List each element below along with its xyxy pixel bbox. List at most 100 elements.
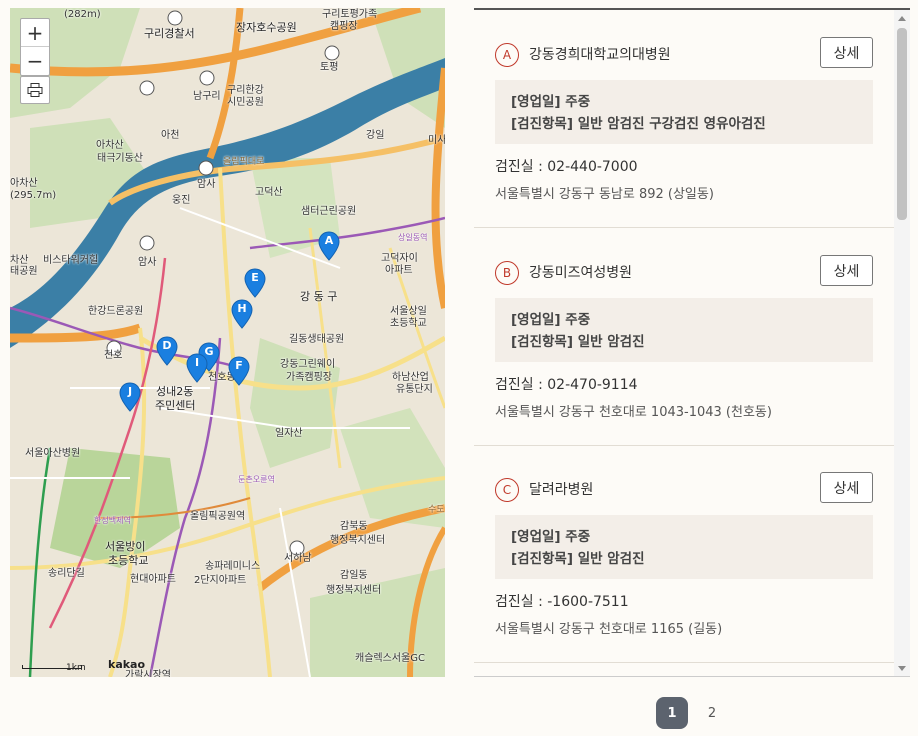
map-place-label: 일자산 [275, 428, 303, 439]
map-place-label: 올림픽공원역 [190, 511, 246, 522]
detail-button[interactable]: 상세 [820, 37, 873, 68]
map-place-label: 캐슬렉스서울GC [355, 653, 425, 664]
map-place-label: 성내2동 [156, 385, 194, 398]
print-button[interactable] [20, 76, 50, 104]
map-place-label: 현대아파트 [130, 574, 176, 585]
map-place-label: 샘터근린공원 [301, 206, 357, 217]
map-pin-letter: D [162, 339, 172, 352]
map-place-label: 웅진 [172, 195, 191, 206]
checkup-items: [검진항목] 일반 암검진 [511, 334, 645, 350]
scale-label: 1km [66, 663, 86, 673]
map-place-label: 토평 [320, 62, 339, 73]
scroll-down-icon[interactable] [898, 666, 906, 671]
map-place-label: 상일동역 [398, 233, 428, 242]
list-scrollbar[interactable] [894, 10, 910, 676]
map-place-label: 구리토평가족 [322, 9, 378, 20]
map-place-label: 한강드론공원 [88, 306, 144, 317]
hospital-list[interactable]: A 강동경희대학교의대병원 상세 [영업일] 주중 [검진항목] 일반 암검진 구강검진… [474, 10, 894, 676]
map-pin-i[interactable]: I [186, 353, 208, 383]
hospital-name[interactable]: 달려라병원 [529, 479, 593, 499]
map-place-label: 강 동 구 [300, 290, 338, 303]
hospital-name[interactable]: 강동경희대학교의대병원 [529, 44, 671, 64]
map-place-label: 감북동 [340, 521, 368, 532]
marker-letter-badge: B [495, 261, 519, 285]
business-days: [영업일] 주중 [511, 94, 591, 110]
zoom-in-button[interactable]: + [21, 19, 49, 47]
map-place-label: 강동그린웨이 [280, 359, 336, 370]
map-place-label: 아차산 [10, 178, 38, 189]
marker-letter-badge: A [495, 43, 519, 67]
hospital-address: 서울특별시 강동구 천호대로 1165 (길동) [495, 622, 723, 637]
marker-letter-badge: C [495, 478, 519, 502]
map-place-label: 암사 [197, 179, 216, 190]
map-place-label: (282m) [64, 9, 101, 20]
detail-button[interactable]: 상세 [820, 255, 873, 286]
phone-number: 검진실 : 02-470-9114 [495, 377, 638, 393]
map-pin-e[interactable]: E [244, 268, 266, 298]
zoom-control: + − [20, 18, 50, 76]
map-place-label: 고덕자이 [381, 253, 418, 264]
hospital-list-panel: A 강동경희대학교의대병원 상세 [영업일] 주중 [검진항목] 일반 암검진 구강검진… [474, 8, 910, 677]
map-place-label: 캠핑장 [330, 21, 358, 32]
map-place-label: 행정복지센터 [326, 585, 382, 596]
map-place-label: 둔촌오륜역 [238, 475, 275, 484]
map-pin-letter: I [194, 356, 200, 369]
map-place-label: 길동생태공원 [289, 334, 345, 345]
business-days: [영업일] 주중 [511, 529, 591, 545]
phone-number: 검진실 : 02-440-7000 [495, 159, 638, 175]
checkup-items: [검진항목] 일반 암검진 구강검진 영유아검진 [511, 116, 766, 132]
map-place-label: 태극기동산 [97, 153, 143, 164]
map-view[interactable]: (282m) 장자호수공원 구리토평가족 캠핑장 구리경찰서 토평 남구리 구리한강 시민공원 아… [10, 8, 445, 677]
map-pin-d[interactable]: D [156, 336, 178, 366]
zoom-out-button[interactable]: − [21, 47, 49, 75]
map-place-label: 가족캠핑장 [286, 372, 332, 383]
checkup-items: [검진항목] 일반 암검진 [511, 551, 645, 567]
map-place-label: 아차산 [96, 140, 124, 151]
map-place-label: 암사 [138, 257, 157, 268]
map-pin-letter: J [127, 385, 133, 398]
detail-button[interactable]: 상세 [820, 472, 873, 503]
map-pin-j[interactable]: J [119, 382, 141, 412]
map-place-label: 구리경찰서 [144, 27, 195, 40]
map-place-label: 아천 [161, 130, 180, 141]
map-place-label: 천호 [104, 350, 123, 361]
hospital-list-item[interactable] [474, 663, 894, 676]
map-place-label: 서울상일 [390, 306, 427, 317]
map-place-label: 남구리 [193, 91, 221, 102]
scroll-up-icon[interactable] [898, 16, 906, 21]
map-place-label: 행정복지센터 [330, 535, 386, 546]
map-pin-letter: E [251, 271, 259, 284]
map-place-label: 송파레미니스 [205, 561, 261, 572]
map-place-label: 서울아산병원 [25, 448, 81, 459]
map-place-label: (295.7m) [10, 190, 57, 201]
page-button-2[interactable]: 2 [696, 697, 728, 729]
hospital-list-item[interactable]: B 강동미즈여성병원 상세 [영업일] 주중 [검진항목] 일반 암검진검진실 : 02… [474, 228, 894, 446]
map-pin-h[interactable]: H [231, 299, 253, 329]
hospital-info-box: [영업일] 주중 [검진항목] 일반 암검진 [495, 515, 873, 579]
map-place-label: 초등학교 [108, 554, 149, 567]
map-pin-letter: A [324, 234, 334, 247]
map-place-label: 구리한강 [227, 85, 264, 96]
printer-icon [27, 83, 43, 97]
hospital-address: 서울특별시 강동구 천호대로 1043-1043 (천호동) [495, 405, 772, 420]
map-place-label: 한성백제역 [94, 516, 131, 525]
map-place-label: 비스타워커힐 [43, 255, 99, 266]
scrollbar-thumb[interactable] [897, 28, 907, 220]
business-days: [영업일] 주중 [511, 312, 591, 328]
map-place-label: 2단지아파트 [194, 575, 247, 586]
map-place-label: 초등학교 [390, 318, 427, 329]
hospital-name[interactable]: 강동미즈여성병원 [529, 262, 632, 282]
map-place-label: 수도권 [428, 505, 445, 515]
map-place-label: 서하남 [284, 553, 312, 564]
page-button-1[interactable]: 1 [656, 697, 688, 729]
map-place-label: 아파트 [385, 265, 413, 276]
map-place-label: 태공원 [10, 266, 38, 277]
hospital-list-item[interactable]: C 달려라병원 상세 [영업일] 주중 [검진항목] 일반 암검진 검진실 : -1600… [474, 445, 894, 663]
map-place-label: 서울방이 [105, 540, 146, 553]
hospital-info-box: [영업일] 주중 [검진항목] 일반 암검진 구강검진 영유아검진 [495, 80, 873, 144]
hospital-list-item[interactable]: A 강동경희대학교의대병원 상세 [영업일] 주중 [검진항목] 일반 암검진 구강검진… [474, 10, 894, 228]
map-pin-f[interactable]: F [228, 356, 250, 386]
map-scale: 1km [22, 663, 86, 673]
map-pin-a[interactable]: A [318, 231, 340, 261]
map-pin-letter: H [237, 302, 247, 315]
